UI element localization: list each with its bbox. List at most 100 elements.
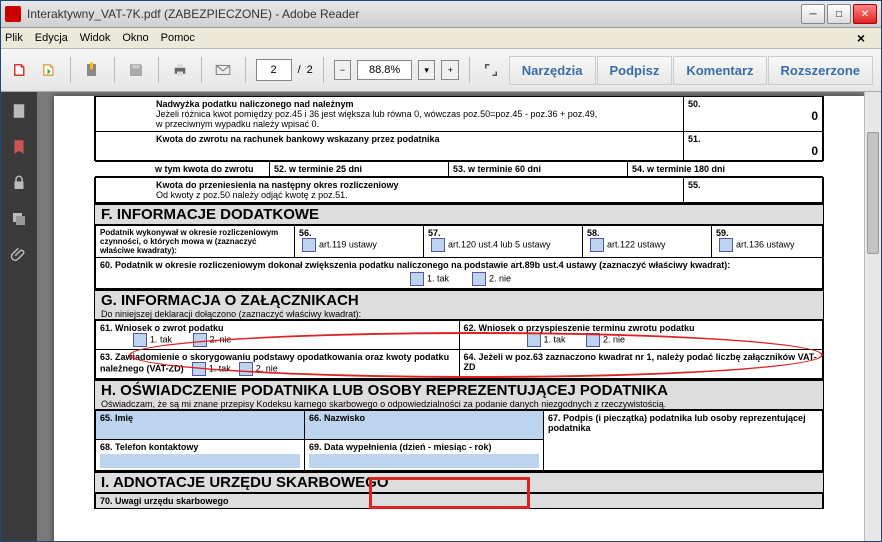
page-current-input[interactable]: [256, 59, 292, 81]
layers-icon[interactable]: [8, 208, 30, 230]
bookmarks-icon[interactable]: [8, 136, 30, 158]
section-i-table: 70. Uwagi urzędu skarbowego: [94, 493, 824, 509]
section-h-table: 65. Imię 66. Nazwisko 67. Podpis (i piec…: [94, 410, 824, 471]
e-ktz: w tym kwota do zwrotu: [95, 162, 270, 177]
menu-close-icon[interactable]: ×: [857, 30, 865, 46]
menu-help[interactable]: Pomoc: [161, 32, 195, 44]
g61-yes-checkbox[interactable]: [133, 333, 147, 347]
e55-note: Od kwoty z poz.50 należy odjąć kwotę z p…: [156, 190, 348, 200]
menu-window[interactable]: Okno: [122, 32, 148, 44]
menu-file[interactable]: Plik: [5, 32, 23, 44]
g63-no: 2. nie: [256, 363, 278, 373]
e50-num: 50.: [688, 99, 701, 109]
h66-label: 66. Nazwisko: [309, 413, 365, 423]
pdf-page: Nadwyżka podatku naliczonego nad należny…: [54, 96, 864, 541]
section-f-title: F. INFORMACJE DODATKOWE: [94, 203, 824, 225]
g61-label: 61. Wniosek o zwrot podatku: [100, 323, 224, 333]
menubar: Plik Edycja Widok Okno Pomoc ×: [1, 28, 881, 49]
section-g-title: G. INFORMACJA O ZAŁĄCZNIKACH Do niniejsz…: [94, 289, 824, 320]
f-sub: Podatnik wykonywał w okresie rozliczenio…: [95, 226, 295, 258]
f56-checkbox[interactable]: [302, 238, 316, 252]
vertical-scrollbar[interactable]: [864, 92, 881, 541]
create-pdf-icon[interactable]: [81, 57, 104, 83]
e50-label: Nadwyżka podatku naliczonego nad należny…: [156, 99, 354, 109]
section-h-sub: Oświadczam, że są mi znane przepisy Kode…: [101, 399, 817, 409]
section-i-title: I. ADNOTACJE URZĘDU SKARBOWEGO: [94, 471, 824, 493]
e51-value: 0: [688, 144, 818, 158]
section-g-sub: Do niniejszej deklaracji dołączono (zazn…: [101, 309, 817, 319]
f58-num: 58.: [587, 228, 600, 238]
e50-note1: Jeżeli różnica kwot pomiędzy poz.45 i 36…: [156, 109, 597, 119]
page-sep: /: [298, 64, 301, 76]
app-icon: [5, 6, 21, 22]
e51-num: 51.: [688, 134, 701, 144]
h65-label: 65. Imię: [100, 413, 133, 423]
f60-label: 60. Podatnik w okresie rozliczeniowym do…: [100, 260, 730, 270]
g62-no: 2. nie: [603, 334, 625, 344]
g63-yes-checkbox[interactable]: [192, 362, 206, 376]
f60-no-checkbox[interactable]: [472, 272, 486, 286]
h67-label: 67. Podpis (i pieczątka) podatnika lub o…: [548, 413, 806, 433]
f60-yes: 1. tak: [427, 273, 449, 283]
section-e-table: Nadwyżka podatku naliczonego nad należny…: [94, 96, 824, 203]
menu-edit[interactable]: Edycja: [35, 32, 68, 44]
g61-yes: 1. tak: [150, 334, 172, 344]
thumbnails-icon[interactable]: [8, 100, 30, 122]
g62-yes: 1. tak: [544, 334, 566, 344]
extend-button[interactable]: Rozszerzone: [768, 56, 873, 85]
f59-checkbox[interactable]: [719, 238, 733, 252]
e52-label: 52. w terminie 25 dni: [270, 162, 449, 177]
fullscreen-icon[interactable]: [480, 57, 503, 83]
menu-view[interactable]: Widok: [80, 32, 111, 44]
minimize-button[interactable]: ─: [801, 4, 825, 24]
g61-no-checkbox[interactable]: [193, 333, 207, 347]
g64-label: 64. Jeżeli w poz.63 zaznaczono kwadrat n…: [459, 350, 823, 379]
f56-text: art.119 ustawy: [319, 239, 377, 249]
zoom-in-button[interactable]: +: [441, 60, 459, 80]
export-icon[interactable]: [38, 57, 61, 83]
g63-no-checkbox[interactable]: [239, 362, 253, 376]
scrollbar-thumb[interactable]: [867, 132, 879, 254]
e55-label: Kwota do przeniesienia na następny okres…: [156, 180, 399, 190]
f59-num: 59.: [716, 228, 729, 238]
window: Interaktywny_VAT-7K.pdf (ZABEZPIECZONE) …: [0, 0, 882, 542]
close-button[interactable]: ✕: [853, 4, 877, 24]
titlebar: Interaktywny_VAT-7K.pdf (ZABEZPIECZONE) …: [1, 1, 881, 28]
print-icon[interactable]: [168, 57, 191, 83]
email-icon[interactable]: [212, 57, 235, 83]
section-f-table: Podatnik wykonywał w okresie rozliczenio…: [94, 225, 824, 289]
save-icon[interactable]: [125, 57, 148, 83]
f58-checkbox[interactable]: [590, 238, 604, 252]
zoom-out-button[interactable]: −: [334, 60, 352, 80]
sign-button[interactable]: Podpisz: [597, 56, 673, 85]
comment-button[interactable]: Komentarz: [673, 56, 766, 85]
e50-value: 0: [688, 109, 818, 123]
page-total: 2: [307, 64, 313, 76]
tools-button[interactable]: Narzędzia: [509, 56, 596, 85]
e53-label: 53. w terminie 60 dni: [449, 162, 628, 177]
zoom-value[interactable]: 88.8%: [357, 60, 411, 80]
section-g-table: 61. Wniosek o zwrot podatku 1. tak 2. ni…: [94, 320, 824, 379]
g63-yes: 1. tak: [209, 363, 231, 373]
f56-num: 56.: [299, 228, 312, 238]
lock-icon[interactable]: [8, 172, 30, 194]
f60-yes-checkbox[interactable]: [410, 272, 424, 286]
document-area[interactable]: Nadwyżka podatku naliczonego nad należny…: [37, 92, 881, 541]
g62-no-checkbox[interactable]: [586, 333, 600, 347]
window-title: Interaktywny_VAT-7K.pdf (ZABEZPIECZONE) …: [27, 7, 801, 21]
f57-text: art.120 ust.4 lub 5 ustawy: [448, 239, 551, 249]
file-open-icon[interactable]: [9, 57, 32, 83]
f58-text: art.122 ustawy: [607, 239, 666, 249]
zoom-dropdown-icon[interactable]: ▾: [418, 60, 436, 80]
i70-label: 70. Uwagi urzędu skarbowego: [95, 494, 823, 509]
g62-yes-checkbox[interactable]: [527, 333, 541, 347]
f57-checkbox[interactable]: [431, 238, 445, 252]
h68-label: 68. Telefon kontaktowy: [100, 442, 198, 452]
e51-label: Kwota do zwrotu na rachunek bankowy wska…: [95, 132, 684, 161]
g62-label: 62. Wniosek o przyspieszenie terminu zwr…: [464, 323, 695, 333]
attachment-icon[interactable]: [8, 244, 30, 266]
maximize-button[interactable]: □: [827, 4, 851, 24]
f57-num: 57.: [428, 228, 441, 238]
f59-text: art.136 ustawy: [736, 239, 795, 249]
toolbar: / 2 − 88.8% ▾ + Narzędzia Podpisz Koment…: [1, 49, 881, 92]
